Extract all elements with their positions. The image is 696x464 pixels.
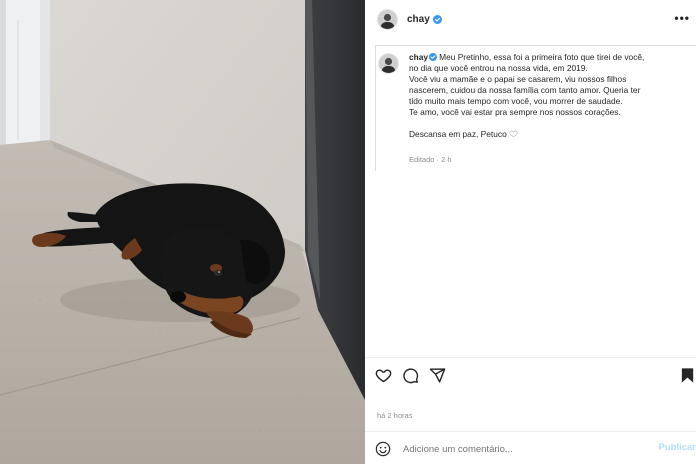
divider: [365, 431, 696, 432]
caption-container: chay Meu Pretinho, essa foi a primeira fo…: [375, 45, 696, 171]
save-button[interactable]: [679, 367, 696, 384]
bookmark-icon: [681, 368, 694, 383]
instagram-post: chay ••• chay Meu Pretinho, essa foi a pr…: [0, 0, 696, 464]
post-photo[interactable]: [0, 0, 365, 464]
post-header: chay •••: [365, 0, 696, 38]
profile-picture-icon: [378, 9, 397, 29]
post-panel: chay ••• chay Meu Pretinho, essa foi a pr…: [365, 0, 696, 464]
comment-input[interactable]: [403, 443, 643, 455]
profile-picture-icon: [379, 54, 398, 73]
divider: [365, 357, 696, 358]
caption-closing: Descansa em paz, Petuco: [409, 129, 507, 139]
verified-badge-icon: [429, 53, 438, 61]
caption-line: Meu Pretinho, essa foi a primeira foto q…: [439, 52, 645, 62]
rottweiler-puppy-image: [0, 0, 365, 464]
caption-avatar[interactable]: [378, 53, 399, 74]
caption-username[interactable]: chay: [409, 52, 428, 62]
share-button[interactable]: [429, 367, 446, 384]
action-bar: [375, 367, 696, 387]
post-timestamp: há 2 horas: [377, 411, 413, 420]
publish-button[interactable]: Publicar: [659, 442, 696, 453]
caption-line: tido muito mais tempo com você, vou morr…: [409, 96, 623, 106]
more-options-icon[interactable]: •••: [674, 11, 690, 25]
verified-badge-icon: [432, 14, 442, 24]
share-icon: [429, 368, 446, 383]
comment-row: Publicar: [375, 440, 696, 458]
caption-edited-timestamp: Editado · 2 h: [409, 155, 452, 164]
heart-icon[interactable]: [509, 129, 518, 138]
emoji-icon[interactable]: [375, 441, 391, 457]
heart-icon: [375, 369, 392, 383]
caption-line: Você viu a mamãe e o papai se casarem, v…: [409, 74, 627, 84]
caption-line: no dia que você entrou na nossa vida, em…: [409, 63, 588, 73]
caption-line: nascerem, cuidou da nossa família com ta…: [409, 85, 641, 95]
like-button[interactable]: [375, 367, 392, 384]
post-username[interactable]: chay: [407, 14, 430, 25]
avatar[interactable]: [378, 53, 399, 74]
caption-text: chay Meu Pretinho, essa foi a primeira fo…: [409, 52, 696, 140]
caption-line: Te amo, você vai estar pra sempre nos no…: [409, 107, 621, 117]
caption-line-1: chay Meu Pretinho, essa foi a primeira fo…: [409, 52, 696, 63]
comment-icon: [403, 368, 419, 384]
avatar[interactable]: [377, 8, 398, 30]
caption-closing-line: Descansa em paz, Petuco: [409, 129, 696, 140]
comment-button[interactable]: [402, 367, 419, 384]
